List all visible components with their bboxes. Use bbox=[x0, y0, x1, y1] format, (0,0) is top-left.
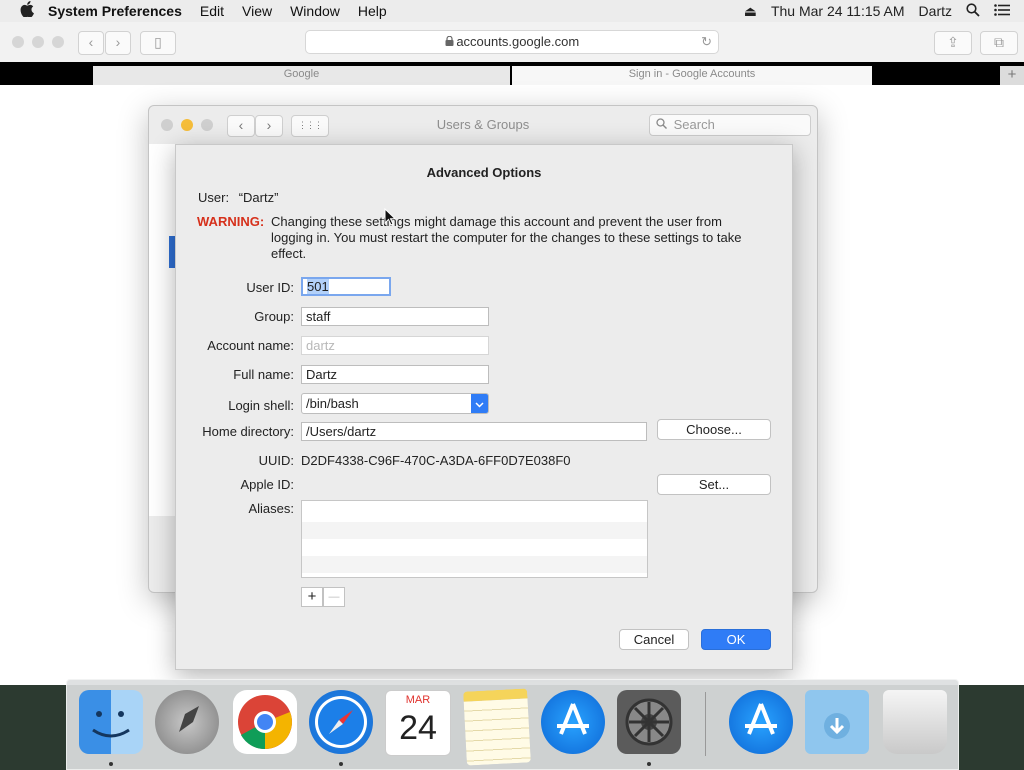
set-apple-id-button[interactable]: Set... bbox=[657, 474, 771, 495]
system-preferences-icon[interactable] bbox=[617, 690, 681, 754]
user-value: “Dartz” bbox=[238, 190, 279, 205]
notification-center-icon[interactable] bbox=[994, 3, 1010, 19]
menu-bar: System Preferences Edit View Window Help… bbox=[0, 0, 1024, 23]
uuid-value: D2DF4338-C96F-470C-A3DA-6FF0D7E038F0 bbox=[301, 453, 571, 468]
login-shell-value: /bin/bash bbox=[306, 396, 359, 411]
menu-edit[interactable]: Edit bbox=[200, 3, 224, 19]
downloads-folder-icon[interactable] bbox=[805, 690, 869, 754]
lock-icon bbox=[445, 35, 457, 48]
dock-separator bbox=[705, 692, 706, 756]
home-directory-field[interactable]: /Users/dartz bbox=[301, 422, 647, 441]
users-list bbox=[149, 144, 178, 516]
warning-label: WARNING: bbox=[197, 214, 265, 229]
advanced-options-sheet: Advanced Options User: “Dartz” WARNING: … bbox=[175, 144, 793, 670]
notes-icon[interactable] bbox=[463, 688, 531, 766]
browser-minimize-button[interactable] bbox=[32, 36, 44, 48]
login-shell-label: Login shell: bbox=[228, 398, 294, 413]
group-field[interactable]: staff bbox=[301, 307, 489, 326]
address-text: accounts.google.com bbox=[456, 34, 580, 49]
menu-user[interactable]: Dartz bbox=[919, 3, 952, 19]
remove-alias-button[interactable]: — bbox=[323, 587, 345, 607]
choose-button[interactable]: Choose... bbox=[657, 419, 771, 440]
user-id-field[interactable]: 501 bbox=[301, 277, 391, 296]
cancel-button[interactable]: Cancel bbox=[619, 629, 689, 650]
login-shell-select[interactable]: /bin/bash bbox=[301, 393, 489, 414]
finder-icon[interactable] bbox=[79, 690, 143, 754]
calendar-icon[interactable]: MAR 24 bbox=[385, 690, 451, 756]
new-tab-button[interactable]: + bbox=[1000, 66, 1024, 85]
add-alias-button[interactable]: + bbox=[301, 587, 323, 607]
spotlight-search-icon[interactable] bbox=[966, 2, 980, 20]
menu-window[interactable]: Window bbox=[290, 3, 340, 19]
browser-tab-bar: Google Sign in - Google Accounts + bbox=[0, 62, 1024, 85]
apple-id-label: Apple ID: bbox=[240, 477, 294, 492]
warning-text: Changing these settings might damage thi… bbox=[271, 214, 742, 261]
address-bar[interactable]: accounts.google.com ↻ bbox=[305, 30, 719, 54]
sidebar-toggle-icon[interactable]: ▯ bbox=[140, 31, 176, 55]
user-id-value: 501 bbox=[307, 279, 329, 294]
running-indicator bbox=[109, 762, 113, 766]
app-store-icon[interactable] bbox=[541, 690, 605, 754]
safari-icon[interactable] bbox=[309, 690, 373, 754]
running-indicator bbox=[339, 762, 343, 766]
user-id-label: User ID: bbox=[246, 280, 294, 295]
trash-icon[interactable] bbox=[883, 690, 947, 754]
menu-clock[interactable]: Thu Mar 24 11:15 AM bbox=[771, 3, 905, 19]
dock: MAR 24 bbox=[66, 679, 959, 770]
tab-google[interactable]: Google bbox=[93, 66, 510, 85]
account-name-label: Account name: bbox=[207, 338, 294, 353]
search-icon bbox=[656, 117, 671, 132]
list-item bbox=[302, 522, 647, 539]
app-store-download-icon[interactable] bbox=[729, 690, 793, 754]
browser-forward-button[interactable]: › bbox=[105, 31, 131, 55]
user-label-row: User: “Dartz” bbox=[198, 190, 278, 205]
chevron-down-icon bbox=[471, 394, 488, 413]
search-placeholder: Search bbox=[673, 117, 715, 132]
aliases-label: Aliases: bbox=[248, 501, 294, 516]
browser-toolbar: ‹ › ▯ accounts.google.com ↻ ⇪ ⧉ bbox=[0, 22, 1024, 63]
sheet-title: Advanced Options bbox=[426, 165, 542, 180]
full-name-label: Full name: bbox=[233, 367, 294, 382]
mouse-cursor-icon bbox=[384, 207, 397, 229]
account-name-field: dartz bbox=[301, 336, 489, 355]
launchpad-icon[interactable] bbox=[155, 690, 219, 754]
tab-sign-in[interactable]: Sign in - Google Accounts bbox=[512, 66, 872, 85]
menu-view[interactable]: View bbox=[242, 3, 272, 19]
browser-close-button[interactable] bbox=[12, 36, 24, 48]
search-field[interactable]: Search bbox=[649, 114, 811, 136]
full-name-field[interactable]: Dartz bbox=[301, 365, 489, 384]
user-label: User: bbox=[198, 190, 230, 205]
ok-button[interactable]: OK bbox=[701, 629, 771, 650]
list-item bbox=[302, 556, 647, 573]
eject-icon[interactable]: ⏏ bbox=[744, 3, 757, 20]
home-directory-label: Home directory: bbox=[202, 424, 294, 439]
window-titlebar: ‹ › ⋮⋮⋮ Users & Groups Search bbox=[149, 106, 817, 144]
menu-help[interactable]: Help bbox=[358, 3, 387, 19]
uuid-label: UUID: bbox=[258, 453, 294, 468]
browser-zoom-button[interactable] bbox=[52, 36, 64, 48]
aliases-list[interactable] bbox=[301, 500, 648, 578]
menu-app-name[interactable]: System Preferences bbox=[48, 3, 182, 19]
calendar-day: 24 bbox=[399, 709, 437, 747]
chrome-icon[interactable] bbox=[233, 690, 297, 754]
apple-menu-icon[interactable] bbox=[20, 1, 34, 21]
share-icon[interactable]: ⇪ bbox=[934, 31, 972, 55]
tabs-overview-icon[interactable]: ⧉ bbox=[980, 31, 1018, 55]
browser-back-button[interactable]: ‹ bbox=[78, 31, 104, 55]
calendar-month: MAR bbox=[405, 694, 431, 706]
group-label: Group: bbox=[254, 309, 294, 324]
running-indicator bbox=[647, 762, 651, 766]
reload-icon[interactable]: ↻ bbox=[701, 31, 712, 53]
